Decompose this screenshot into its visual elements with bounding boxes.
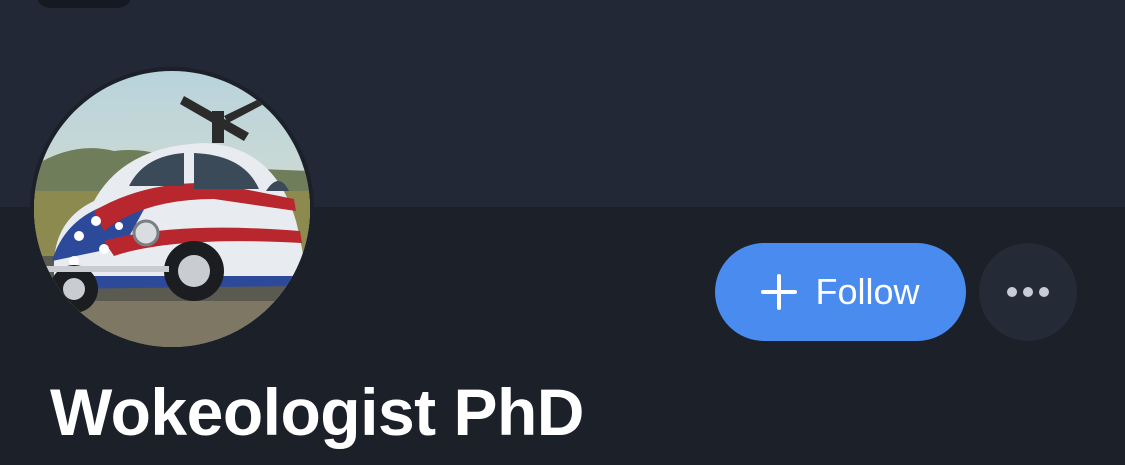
display-name: Wokeologist PhD [50,375,584,449]
more-horizontal-icon [1007,287,1049,297]
follow-label: Follow [815,271,920,312]
plus-icon [761,274,798,310]
avatar-image [34,71,310,347]
follow-button[interactable]: Follow [715,243,966,341]
top-pill-button[interactable] [36,0,132,8]
avatar[interactable] [30,67,314,351]
more-options-button[interactable] [979,243,1077,341]
